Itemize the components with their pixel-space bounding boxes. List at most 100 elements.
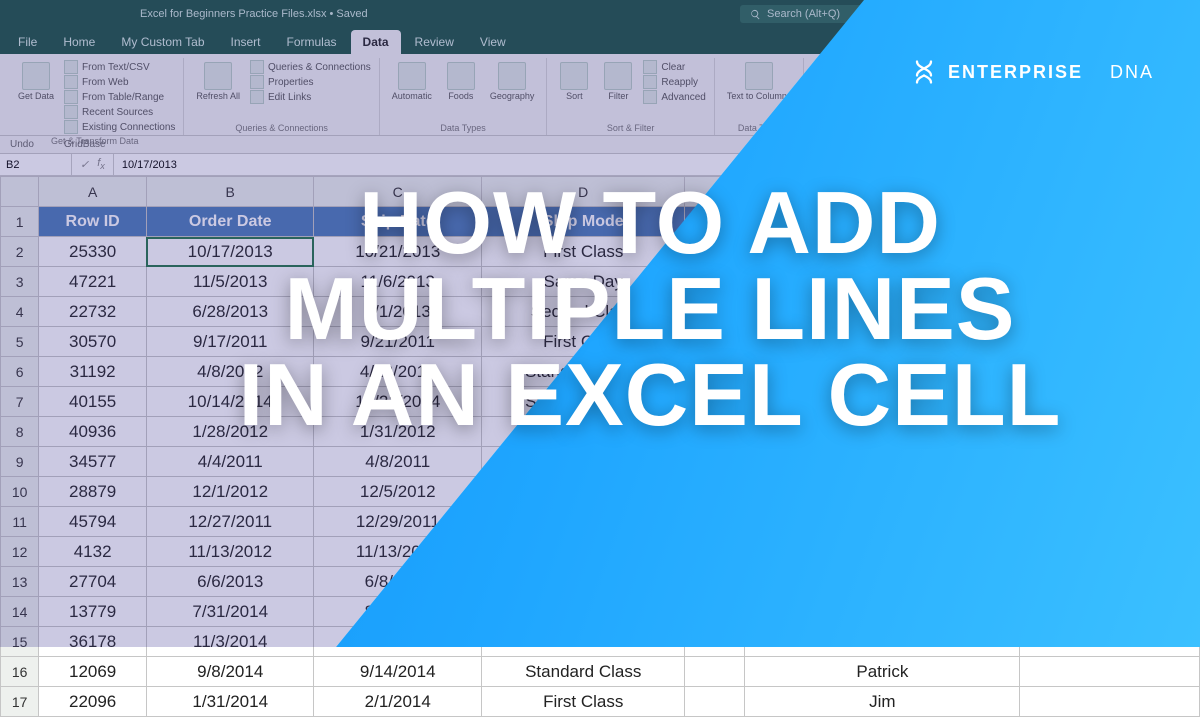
cell[interactable]: Second Class <box>482 297 685 327</box>
cell[interactable]: Jane Waco <box>745 387 1020 417</box>
cell[interactable] <box>1020 507 1200 537</box>
cell[interactable]: 10/21/2013 <box>314 237 482 267</box>
cell[interactable]: 10/21/2014 <box>314 387 482 417</box>
cell[interactable]: 11/6/2013 <box>314 267 482 297</box>
cell[interactable]: 1/31/2012 <box>314 417 482 447</box>
table-header-cell[interactable]: Segment <box>1020 207 1200 237</box>
cell[interactable]: 4132 <box>39 537 147 567</box>
cell[interactable]: 22732 <box>39 297 147 327</box>
cell[interactable]: 34577 <box>39 447 147 477</box>
row-header[interactable]: 15 <box>1 627 39 657</box>
row-header[interactable]: 3 <box>1 267 39 297</box>
refresh-all-button[interactable]: Refresh All <box>192 60 244 121</box>
cell[interactable]: 4/4/2011 <box>146 447 314 477</box>
cell[interactable]: Anthony <box>745 477 1020 507</box>
cell[interactable]: 9/8/2014 <box>146 657 314 687</box>
cell[interactable]: Standard Class <box>482 357 685 387</box>
cell[interactable]: 31192 <box>39 357 147 387</box>
cell[interactable]: 12/1/2012 <box>146 477 314 507</box>
cell[interactable]: Patrick <box>745 657 1020 687</box>
tab-review[interactable]: Review <box>403 30 466 54</box>
cell[interactable]: 9/14/2014 <box>314 657 482 687</box>
cell[interactable] <box>1020 387 1200 417</box>
cell[interactable]: 11/13/2012 <box>146 537 314 567</box>
cell[interactable] <box>1020 687 1200 717</box>
cell[interactable]: Consumer <box>1020 267 1200 297</box>
get-data-button[interactable]: Get Data <box>14 60 58 134</box>
cell[interactable]: Thomas B <box>745 627 1020 657</box>
data-type-geography[interactable]: Geography <box>486 60 539 121</box>
table-header-cell[interactable]: Row ID <box>39 207 147 237</box>
cell[interactable]: 9/17/2011 <box>146 327 314 357</box>
cell[interactable]: 7/1/2013 <box>314 297 482 327</box>
cell[interactable]: Vicky Freymann <box>745 537 1020 567</box>
row-header[interactable]: 11 <box>1 507 39 537</box>
column-header[interactable]: F <box>745 177 1020 207</box>
cell[interactable]: 47221 <box>39 267 147 297</box>
cell[interactable]: Craig Reiter <box>745 237 1020 267</box>
ribbon-item[interactable]: Reapply <box>643 75 705 89</box>
ribbon-item[interactable]: Recent Sources <box>64 105 175 119</box>
row-header[interactable]: 6 <box>1 357 39 387</box>
row-header[interactable]: 13 <box>1 567 39 597</box>
tab-data[interactable]: Data <box>351 30 401 54</box>
row-header[interactable]: 17 <box>1 687 39 717</box>
cell[interactable]: 6/28/2013 <box>146 297 314 327</box>
ribbon-item[interactable]: Queries & Connections <box>250 60 371 74</box>
ribbon-item[interactable]: Clear <box>643 60 705 74</box>
cell[interactable]: 25330 <box>39 237 147 267</box>
table-header-cell[interactable]: Ship Mode <box>482 207 685 237</box>
cell[interactable] <box>1020 537 1200 567</box>
tab-insert[interactable]: Insert <box>219 30 273 54</box>
cell[interactable] <box>685 237 745 267</box>
cell[interactable]: 6/6/2013 <box>146 567 314 597</box>
cell[interactable] <box>1020 417 1200 447</box>
cell[interactable]: Second Class <box>482 627 685 657</box>
row-header[interactable]: 1 <box>1 207 39 237</box>
cell[interactable]: 10/14/2014 <box>146 387 314 417</box>
cell[interactable]: 4/8/2011 <box>314 447 482 477</box>
spreadsheet-grid[interactable]: ABCDEF 1Row IDOrder DateShip DateShip Mo… <box>0 176 1200 717</box>
column-header[interactable]: B <box>146 177 314 207</box>
row-header[interactable]: 10 <box>1 477 39 507</box>
ribbon-item[interactable]: Advanced <box>643 90 705 104</box>
cell[interactable]: First Class <box>482 237 685 267</box>
column-header[interactable]: E <box>685 177 745 207</box>
cell[interactable]: Standard Class <box>482 657 685 687</box>
ribbon-item[interactable]: From Table/Range <box>64 90 175 104</box>
cell[interactable]: Second Class <box>482 417 685 447</box>
cell[interactable]: Consumer <box>1020 297 1200 327</box>
cell[interactable]: 12069 <box>39 657 147 687</box>
cell[interactable]: 4/12/2012 <box>314 357 482 387</box>
cell[interactable] <box>1020 447 1200 477</box>
cell[interactable]: 12/27/2011 <box>146 507 314 537</box>
cell[interactable]: 2/1/2014 <box>314 687 482 717</box>
tab-view[interactable]: View <box>468 30 518 54</box>
tab-file[interactable]: File <box>6 30 49 54</box>
cell[interactable] <box>685 267 745 297</box>
cell[interactable] <box>685 417 745 447</box>
column-header[interactable]: C <box>314 177 482 207</box>
cell[interactable] <box>685 627 745 657</box>
table-header-cell[interactable] <box>685 207 745 237</box>
row-header[interactable]: 14 <box>1 597 39 627</box>
column-header[interactable]: D <box>482 177 685 207</box>
cell[interactable]: 11/13/2012 <box>314 537 482 567</box>
ribbon-item[interactable]: From Text/CSV <box>64 60 175 74</box>
cell[interactable]: 40936 <box>39 417 147 447</box>
cell[interactable]: First Class <box>482 327 685 357</box>
cell[interactable]: 10/17/2013 <box>146 237 314 267</box>
cell[interactable]: Same Day <box>482 537 685 567</box>
row-header[interactable]: 16 <box>1 657 39 687</box>
cell[interactable]: First Class <box>482 687 685 717</box>
cell[interactable] <box>685 657 745 687</box>
column-header[interactable]: A <box>39 177 147 207</box>
cell[interactable]: 9/21/2011 <box>314 327 482 357</box>
cell[interactable]: 7/31/2014 <box>146 597 314 627</box>
cell[interactable]: Winch <box>745 327 1020 357</box>
cell[interactable]: 12/29/2011 <box>314 507 482 537</box>
cell[interactable]: 4/8/2012 <box>146 357 314 387</box>
cell[interactable]: 12/5/2012 <box>314 477 482 507</box>
cell[interactable]: 28879 <box>39 477 147 507</box>
select-all-corner[interactable] <box>1 177 39 207</box>
